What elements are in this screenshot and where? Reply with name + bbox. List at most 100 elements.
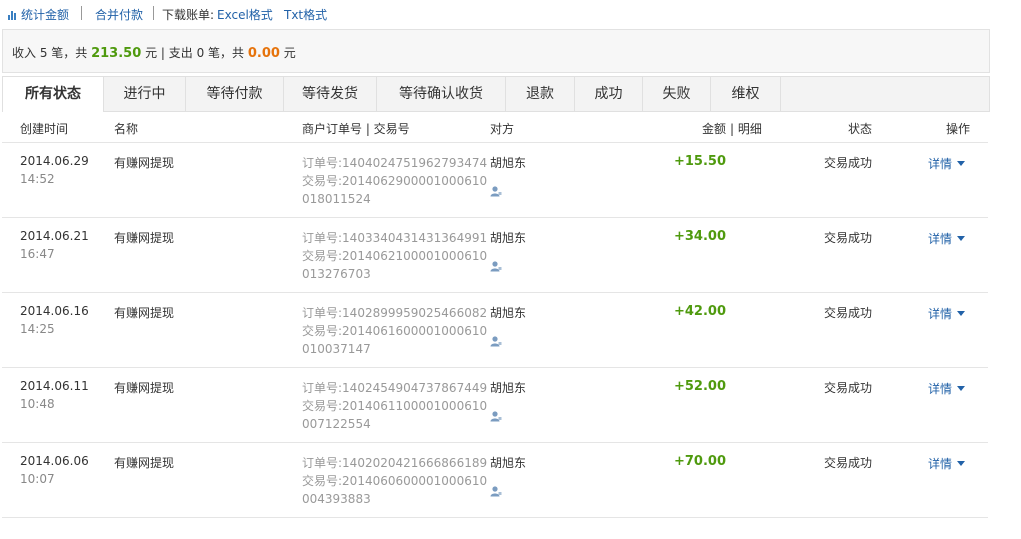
download-bill-label: 下载账单: <box>162 8 215 22</box>
caret-down-icon <box>957 386 966 391</box>
detail-dropdown[interactable]: 详情 <box>928 230 966 247</box>
caret-down-icon <box>957 236 966 241</box>
table-row: 2014.06.29 14:52 有赚网提现 订单号:1404024751962793… <box>2 142 988 218</box>
income-amount: 213.50 <box>91 46 142 61</box>
col-party: 对方 <box>490 122 515 136</box>
stats-amount-button[interactable]: 统计金额 <box>8 6 69 23</box>
tab-in-progress[interactable]: 进行中 <box>104 77 186 111</box>
row-party: 胡旭东 <box>490 231 527 245</box>
expense-amount: 0.00 <box>247 46 280 61</box>
row-party: 胡旭东 <box>490 306 527 320</box>
table-row: 2014.06.11 10:48 有赚网提现 订单号:1402454904737867… <box>2 367 988 443</box>
user-icon[interactable] <box>490 411 502 422</box>
summary-text: 收入 5 笔，共 213.50 元 | 支出 0 笔，共 0.00 元 <box>12 44 296 61</box>
row-date: 2014.06.06 <box>20 454 89 468</box>
detail-label: 详情 <box>928 307 953 321</box>
tab-failed[interactable]: 失败 <box>643 77 711 111</box>
detail-dropdown[interactable]: 详情 <box>928 155 966 172</box>
user-icon[interactable] <box>490 186 502 197</box>
user-icon[interactable] <box>490 336 502 347</box>
row-time: 16:47 <box>20 247 55 261</box>
status-tabs: 所有状态 进行中 等待付款 等待发货 等待确认收货 退款 成功 失败 维权 <box>2 76 990 112</box>
row-trade-no-cont: 004393883 <box>302 492 371 506</box>
row-time: 10:07 <box>20 472 55 486</box>
row-name: 有赚网提现 <box>114 156 175 170</box>
row-trade-no-cont: 010037147 <box>302 342 371 356</box>
detail-label: 详情 <box>928 382 953 396</box>
row-time: 14:25 <box>20 322 55 336</box>
income-prefix: 收入 5 笔，共 <box>12 46 88 60</box>
row-date: 2014.06.11 <box>20 379 89 393</box>
row-order-info: 订单号:1402454904737867449 交易号:2014061100001… <box>302 379 487 433</box>
col-created: 创建时间 <box>20 122 69 136</box>
row-status: 交易成功 <box>823 231 872 245</box>
row-order-no: 订单号:1403340431431364991 <box>302 231 488 245</box>
excel-download-link[interactable]: Excel格式 <box>217 6 273 23</box>
row-status: 交易成功 <box>823 456 872 470</box>
row-amount: +70.00 <box>673 454 726 469</box>
row-name: 有赚网提现 <box>114 231 175 245</box>
col-detail: | 明细 <box>730 122 762 136</box>
row-status: 交易成功 <box>823 306 872 320</box>
row-trade-no: 交易号:2014062900001000610 <box>302 174 488 188</box>
row-trade-no: 交易号:2014060600001000610 <box>302 474 488 488</box>
tab-success[interactable]: 成功 <box>575 77 643 111</box>
caret-down-icon <box>957 311 966 316</box>
row-amount: +34.00 <box>673 229 726 244</box>
row-name: 有赚网提现 <box>114 306 175 320</box>
user-icon[interactable] <box>490 486 502 497</box>
row-order-no: 订单号:1402454904737867449 <box>302 381 488 395</box>
row-order-no: 订单号:1404024751962793474 <box>302 156 488 170</box>
row-party: 胡旭东 <box>490 456 527 470</box>
detail-dropdown[interactable]: 详情 <box>928 455 966 472</box>
stats-amount-label: 统计金额 <box>21 8 70 22</box>
row-amount: +52.00 <box>673 379 726 394</box>
divider <box>153 6 154 20</box>
merge-pay-link[interactable]: 合并付款 <box>95 6 143 23</box>
row-trade-no: 交易号:2014062100001000610 <box>302 249 488 263</box>
tab-refund[interactable]: 退款 <box>506 77 575 111</box>
row-party: 胡旭东 <box>490 381 527 395</box>
table-row: 2014.06.06 10:07 有赚网提现 订单号:1402020421666866… <box>2 442 988 518</box>
col-amount: 金额 <box>702 122 727 136</box>
toolbar: 统计金额 合并付款 下载账单: Excel格式 Txt格式 <box>0 0 1000 28</box>
divider <box>81 6 82 20</box>
txt-download-link[interactable]: Txt格式 <box>284 6 327 23</box>
income-unit: 元 | 支出 0 笔，共 <box>145 46 245 60</box>
caret-down-icon <box>957 161 966 166</box>
row-trade-no-cont: 007122554 <box>302 417 371 431</box>
row-amount: +15.50 <box>673 154 726 169</box>
table-row: 2014.06.21 16:47 有赚网提现 订单号:1403340431431364… <box>2 217 988 293</box>
row-party: 胡旭东 <box>490 156 527 170</box>
tab-rights[interactable]: 维权 <box>711 77 781 111</box>
tab-waiting-shipment[interactable]: 等待发货 <box>284 77 377 111</box>
expense-unit: 元 <box>283 46 296 60</box>
row-trade-no-cont: 013276703 <box>302 267 371 281</box>
tab-all-status[interactable]: 所有状态 <box>3 77 104 112</box>
col-action: 操作 <box>946 122 971 136</box>
row-status: 交易成功 <box>823 381 872 395</box>
col-order-no: 商户订单号 | 交易号 <box>302 122 410 136</box>
col-status: 状态 <box>848 122 873 136</box>
detail-dropdown[interactable]: 详情 <box>928 380 966 397</box>
row-name: 有赚网提现 <box>114 381 175 395</box>
row-trade-no-cont: 018011524 <box>302 192 371 206</box>
row-time: 10:48 <box>20 397 55 411</box>
detail-label: 详情 <box>928 232 953 246</box>
summary-bar: 收入 5 笔，共 213.50 元 | 支出 0 笔，共 0.00 元 <box>2 29 990 73</box>
row-date: 2014.06.16 <box>20 304 89 318</box>
table-row: 2014.06.16 14:25 有赚网提现 订单号:1402899959025466… <box>2 292 988 368</box>
row-date: 2014.06.21 <box>20 229 89 243</box>
bar-chart-icon <box>8 11 18 20</box>
detail-dropdown[interactable]: 详情 <box>928 305 966 322</box>
row-trade-no: 交易号:2014061100001000610 <box>302 399 488 413</box>
row-date: 2014.06.29 <box>20 154 89 168</box>
user-icon[interactable] <box>490 261 502 272</box>
detail-label: 详情 <box>928 157 953 171</box>
tab-waiting-confirm[interactable]: 等待确认收货 <box>377 77 506 111</box>
row-time: 14:52 <box>20 172 55 186</box>
tab-waiting-payment[interactable]: 等待付款 <box>186 77 284 111</box>
row-trade-no: 交易号:2014061600001000610 <box>302 324 488 338</box>
row-order-info: 订单号:1403340431431364991 交易号:2014062100001… <box>302 229 487 283</box>
caret-down-icon <box>957 461 966 466</box>
